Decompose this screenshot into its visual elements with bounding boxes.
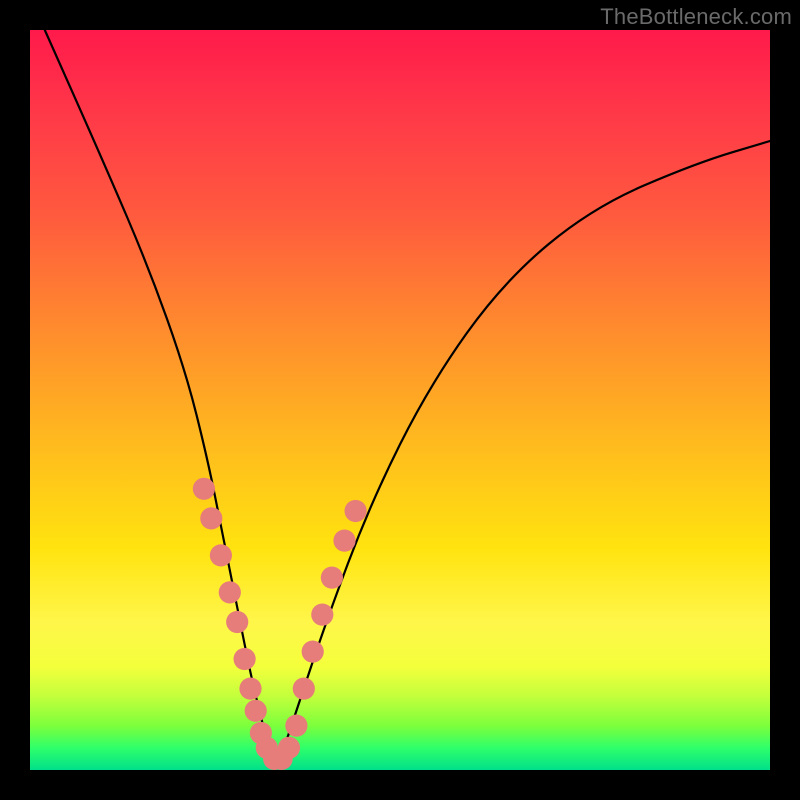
marker-dots-group: [193, 478, 367, 770]
watermark-label: TheBottleneck.com: [600, 4, 792, 30]
marker-dot: [245, 700, 267, 722]
marker-dot: [278, 737, 300, 759]
marker-dot: [333, 530, 355, 552]
marker-dot: [193, 478, 215, 500]
marker-dot: [226, 611, 248, 633]
chart-root: TheBottleneck.com: [0, 0, 800, 800]
marker-dot: [239, 678, 261, 700]
marker-dot: [293, 678, 315, 700]
marker-dot: [234, 648, 256, 670]
marker-dot: [321, 567, 343, 589]
curve-svg: [30, 30, 770, 770]
plot-area: [30, 30, 770, 770]
marker-dot: [285, 715, 307, 737]
marker-dot: [200, 507, 222, 529]
marker-dot: [219, 581, 241, 603]
main-curve: [45, 30, 770, 765]
marker-dot: [302, 641, 324, 663]
marker-dot: [210, 544, 232, 566]
marker-dot: [345, 500, 367, 522]
marker-dot: [311, 604, 333, 626]
